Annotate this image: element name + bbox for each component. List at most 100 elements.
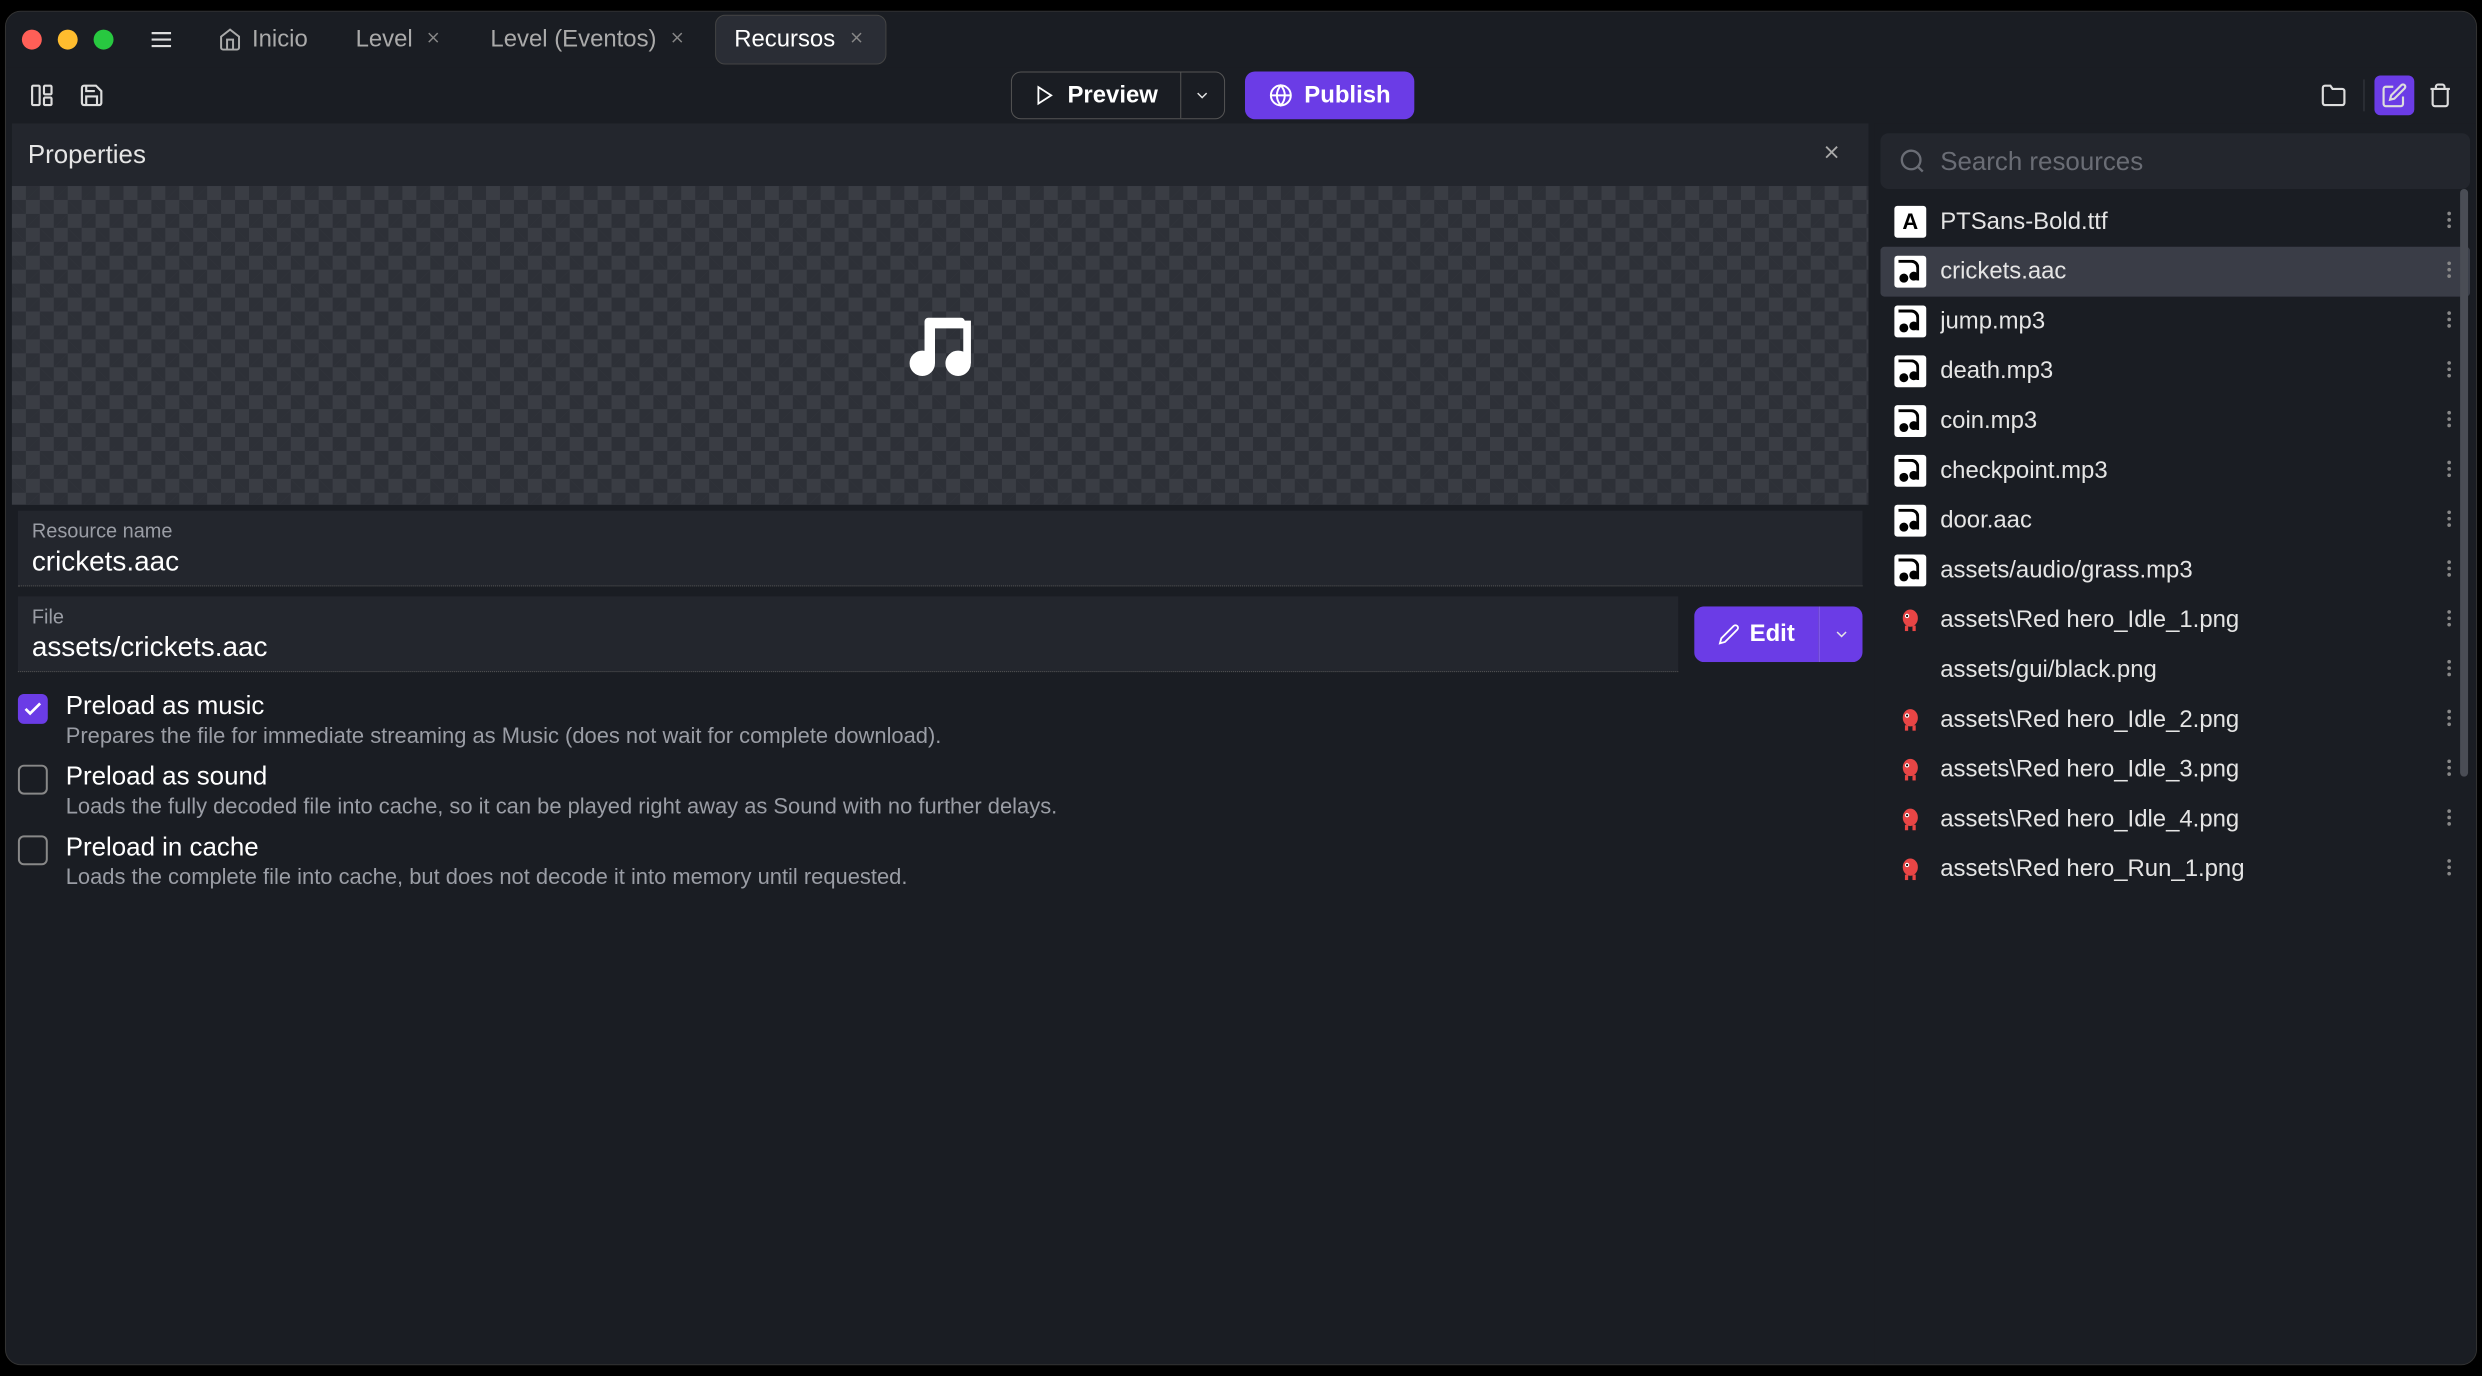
resource-item[interactable]: assets/audio/grass.mp3 (1880, 546, 2470, 596)
resource-more-button[interactable] (2442, 702, 2456, 737)
resource-name: assets/gui/black.png (1940, 656, 2428, 684)
tab-inicio[interactable]: Inicio (197, 15, 329, 65)
file-input[interactable] (32, 629, 1664, 663)
resource-more-button[interactable] (2442, 254, 2456, 289)
music-icon (904, 310, 976, 382)
resource-item[interactable]: assets\Red hero_Idle_3.png (1880, 745, 2470, 795)
resource-name-label: Resource name (32, 521, 1849, 544)
publish-button[interactable]: Publish (1245, 71, 1415, 119)
sprite-icon (1894, 604, 1926, 636)
resource-more-button[interactable] (2442, 603, 2456, 638)
sprite-icon (1894, 704, 1926, 736)
check-icon (22, 698, 44, 720)
edit-button[interactable]: Edit (1694, 606, 1819, 662)
edit-mode-button[interactable] (2374, 75, 2414, 115)
resource-item[interactable]: assets/gui/black.png (1880, 645, 2470, 695)
resource-name: checkpoint.mp3 (1940, 457, 2428, 485)
resource-name: assets\Red hero_Run_1.png (1940, 855, 2428, 883)
main-menu-button[interactable] (141, 20, 181, 60)
properties-panel: Properties Resource name (6, 123, 1874, 1364)
resource-name: jump.mp3 (1940, 308, 2428, 336)
file-field[interactable]: File (18, 596, 1678, 672)
properties-header: Properties (12, 123, 1869, 186)
tab-close-button[interactable] (666, 27, 688, 53)
resource-list[interactable]: APTSans-Bold.ttfcrickets.aac jump.mp3 deat… (1880, 197, 2470, 894)
resource-name: death.mp3 (1940, 357, 2428, 385)
resource-more-button[interactable] (2442, 204, 2456, 239)
resource-name: door.aac (1940, 507, 2428, 535)
preview-dropdown[interactable] (1180, 72, 1224, 118)
preload-option: Preload in cacheLoads the complete file … (18, 831, 1863, 890)
preview-button[interactable]: Preview (1012, 72, 1180, 118)
resource-more-button[interactable] (2442, 404, 2456, 439)
sprite-icon (1897, 707, 1923, 733)
audio-icon (1894, 555, 1926, 587)
minimize-window-button[interactable] (58, 30, 78, 50)
resource-item[interactable]: assets\Red hero_Idle_2.png (1880, 695, 2470, 745)
resource-item[interactable]: death.mp3 (1880, 346, 2470, 396)
edit-dropdown[interactable] (1819, 606, 1863, 662)
resource-more-button[interactable] (2442, 553, 2456, 588)
resource-more-button[interactable] (2442, 653, 2456, 688)
tab-recursos[interactable]: Recursos (715, 15, 886, 65)
resource-more-button[interactable] (2442, 802, 2456, 837)
content-area: Properties Resource name (6, 123, 2476, 1364)
sprite-icon (1897, 807, 1923, 833)
preview-button-group: Preview (1011, 71, 1225, 119)
resource-item[interactable]: checkpoint.mp3 (1880, 446, 2470, 496)
tab-bar: InicioLevel Level (Eventos) Recursos (189, 15, 886, 65)
check-text: Preload as soundLoads the fully decoded … (66, 761, 1058, 820)
more-icon (2446, 756, 2452, 778)
resource-name-input[interactable] (32, 544, 1849, 578)
resource-item[interactable]: coin.mp3 (1880, 396, 2470, 446)
resource-item[interactable]: APTSans-Bold.ttf (1880, 197, 2470, 247)
audio-icon (1894, 405, 1926, 437)
resource-item[interactable]: assets\Red hero_Idle_4.png (1880, 795, 2470, 845)
resource-item[interactable]: assets\Red hero_Run_1.png (1880, 844, 2470, 894)
sprite-icon (1897, 607, 1923, 633)
more-icon (2446, 507, 2452, 529)
save-button[interactable] (72, 75, 112, 115)
sprite-icon (1894, 804, 1926, 836)
resource-name: assets\Red hero_Idle_1.png (1940, 606, 2428, 634)
resource-item[interactable]: assets\Red hero_Idle_1.png (1880, 595, 2470, 645)
checkbox[interactable] (18, 835, 48, 865)
chevron-down-icon (1193, 86, 1211, 104)
resource-more-button[interactable] (2442, 453, 2456, 488)
close-properties-button[interactable] (1811, 135, 1853, 174)
audio-icon (1894, 355, 1926, 387)
tab-level[interactable]: Level (337, 15, 464, 65)
resource-more-button[interactable] (2442, 852, 2456, 887)
resource-more-button[interactable] (2442, 304, 2456, 339)
open-folder-button[interactable] (2314, 75, 2354, 115)
file-row: File Edit (18, 596, 1863, 672)
tab-close-button[interactable] (845, 27, 867, 53)
resource-more-button[interactable] (2442, 752, 2456, 787)
resource-item[interactable]: jump.mp3 (1880, 297, 2470, 347)
layout-button[interactable] (22, 75, 62, 115)
play-icon (1034, 84, 1056, 106)
tab-level-eventos-[interactable]: Level (Eventos) (471, 15, 707, 65)
more-icon (2446, 258, 2452, 280)
resource-more-button[interactable] (2442, 354, 2456, 389)
checkbox[interactable] (18, 694, 48, 724)
close-window-button[interactable] (22, 30, 42, 50)
preview-label: Preview (1067, 81, 1157, 109)
sprite-icon (1894, 754, 1926, 786)
tab-label: Level (Eventos) (490, 26, 656, 54)
resource-more-button[interactable] (2442, 503, 2456, 538)
maximize-window-button[interactable] (94, 30, 114, 50)
more-icon (2446, 208, 2452, 230)
checkbox[interactable] (18, 765, 48, 795)
search-input[interactable] (1940, 146, 2452, 177)
edit-label: Edit (1750, 620, 1795, 648)
home-icon (218, 28, 242, 52)
check-title: Preload as music (66, 690, 942, 721)
resource-item[interactable]: crickets.aac (1880, 247, 2470, 297)
resource-item[interactable]: door.aac (1880, 496, 2470, 546)
tab-close-button[interactable] (423, 27, 445, 53)
scrollbar[interactable] (2460, 189, 2468, 777)
properties-title: Properties (28, 139, 146, 170)
delete-button[interactable] (2420, 75, 2460, 115)
resource-name-field[interactable]: Resource name (18, 511, 1863, 587)
